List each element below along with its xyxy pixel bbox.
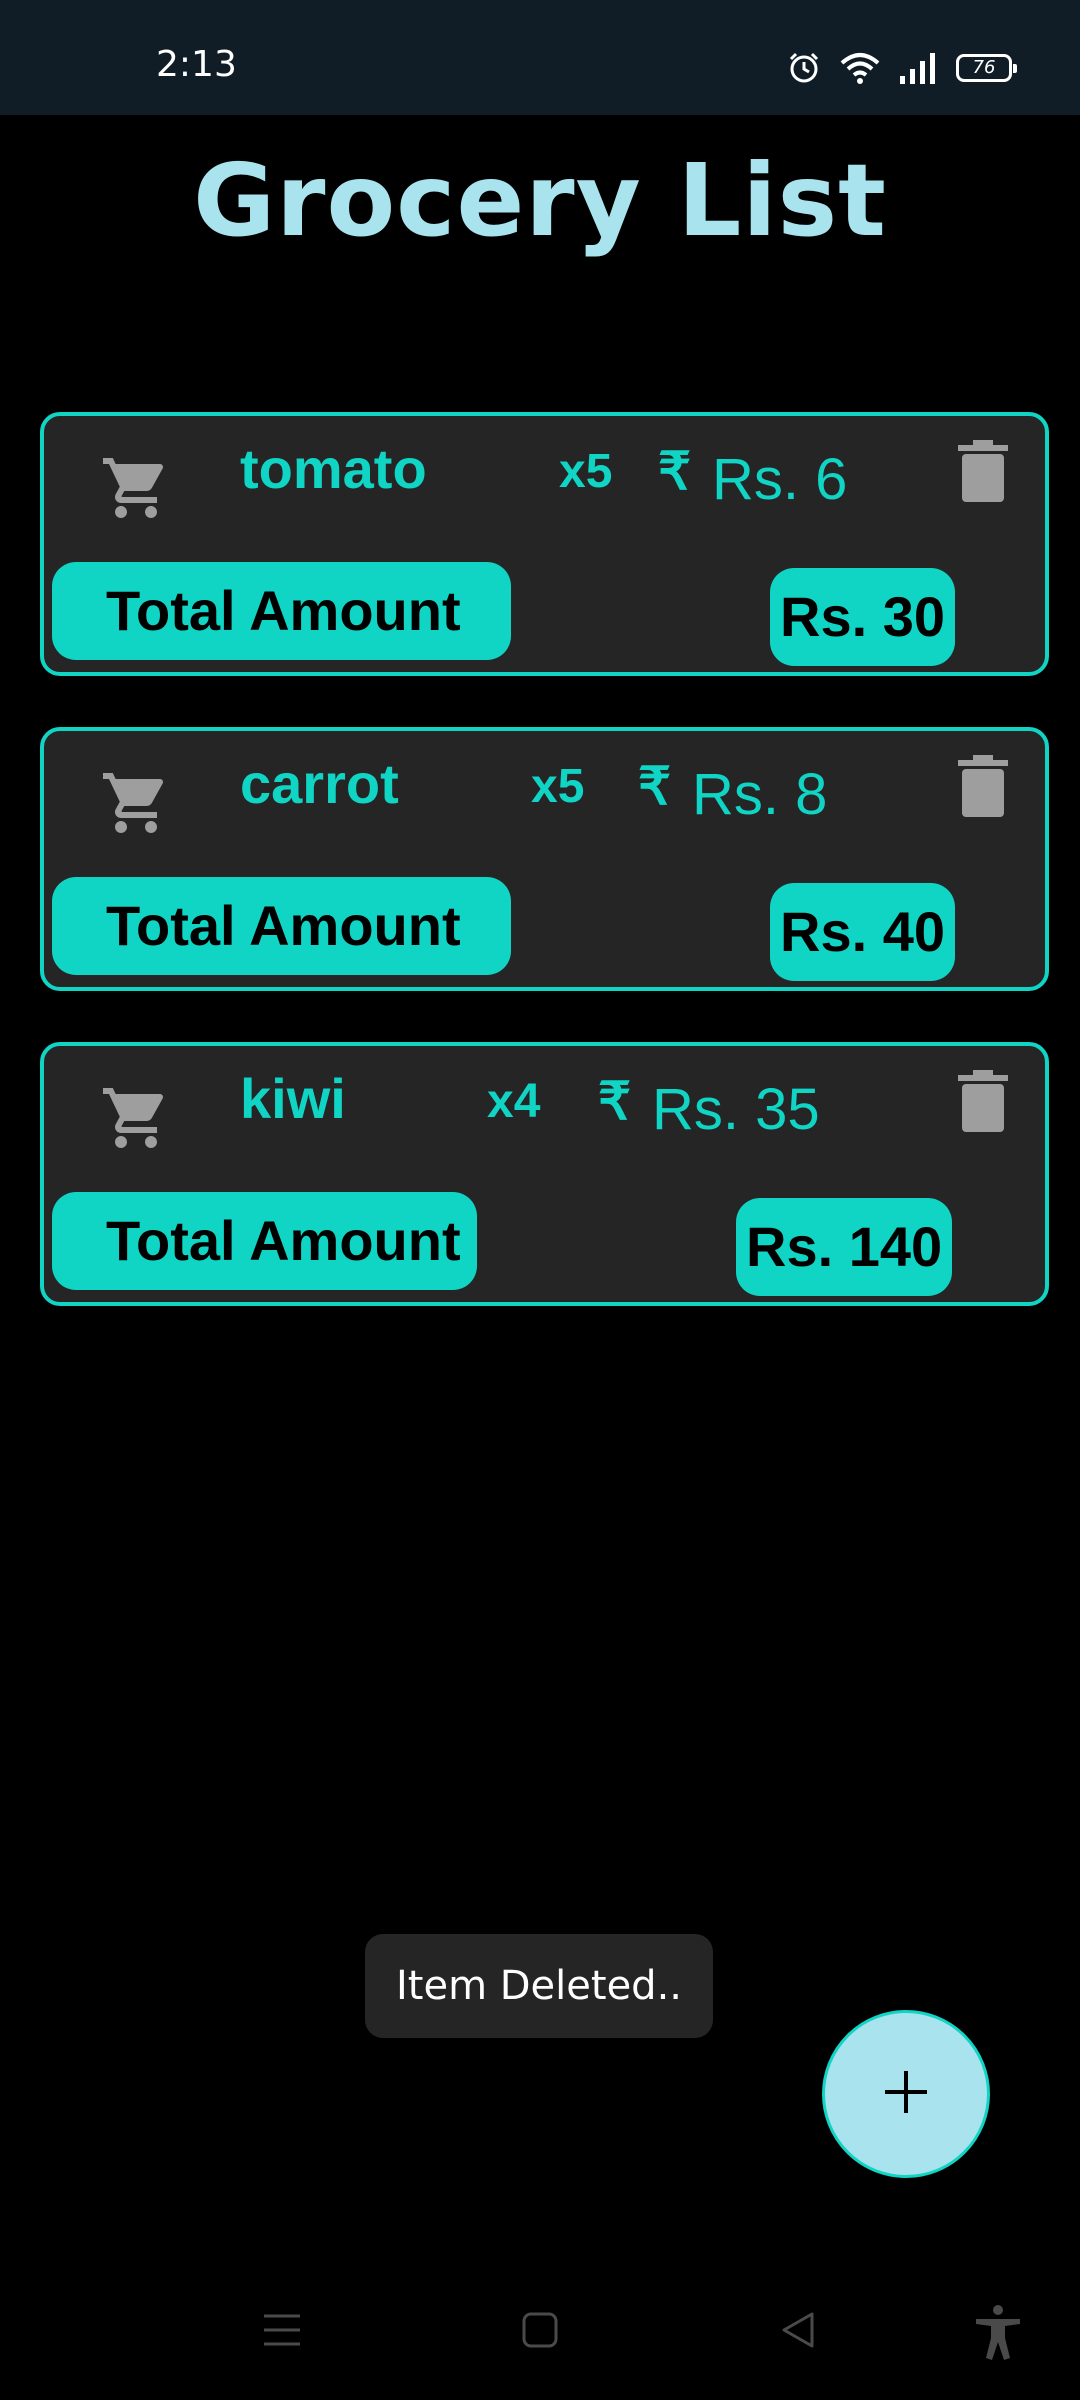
grocery-item-card: kiwi x4 ₹ Rs. 35 Total Amount Rs. 140 [40,1042,1049,1306]
item-price: Rs. 8 [692,762,828,827]
total-amount-value: Rs. 140 [736,1198,953,1296]
page-title: Grocery List [193,142,887,259]
rupee-icon: ₹ [658,443,692,501]
item-price: Rs. 6 [712,447,848,512]
item-name: kiwi [240,1067,346,1130]
cart-icon [100,1082,172,1154]
item-price: Rs. 35 [652,1077,820,1142]
alarm-icon [786,50,822,86]
status-bar: 2:13 76 [0,0,1080,115]
navigation-bar [0,2290,1080,2400]
add-item-button[interactable] [822,2010,990,2178]
signal-icon [898,52,938,84]
battery-icon: 76 [956,54,1017,82]
status-time: 2:13 [156,44,237,85]
rupee-icon: ₹ [598,1073,632,1131]
wifi-icon [840,51,880,85]
delete-icon[interactable] [958,440,1008,502]
plus-icon [882,2068,930,2121]
item-quantity: x5 [531,760,585,813]
delete-icon[interactable] [958,755,1008,817]
cart-icon [100,767,172,839]
total-amount-value: Rs. 40 [770,883,955,981]
total-amount-label: Total Amount [52,877,511,975]
grocery-item-card: carrot x5 ₹ Rs. 8 Total Amount Rs. 40 [40,727,1049,991]
item-quantity: x4 [487,1075,541,1128]
total-amount-label: Total Amount [52,562,511,660]
total-amount-value: Rs. 30 [770,568,955,666]
home-icon[interactable] [520,2310,560,2355]
menu-icon[interactable] [262,2310,302,2355]
total-amount-label: Total Amount [52,1192,477,1290]
item-name: carrot [240,752,399,815]
rupee-icon: ₹ [638,758,672,816]
item-quantity: x5 [559,445,613,498]
cart-icon [100,452,172,524]
item-name: tomato [240,437,427,500]
toast-message: Item Deleted.. [365,1934,713,2038]
back-icon[interactable] [778,2310,818,2355]
grocery-item-card: tomato x5 ₹ Rs. 6 Total Amount Rs. 30 [40,412,1049,676]
accessibility-icon[interactable] [972,2304,1024,2365]
delete-icon[interactable] [958,1070,1008,1132]
status-icons: 76 [768,48,1017,88]
